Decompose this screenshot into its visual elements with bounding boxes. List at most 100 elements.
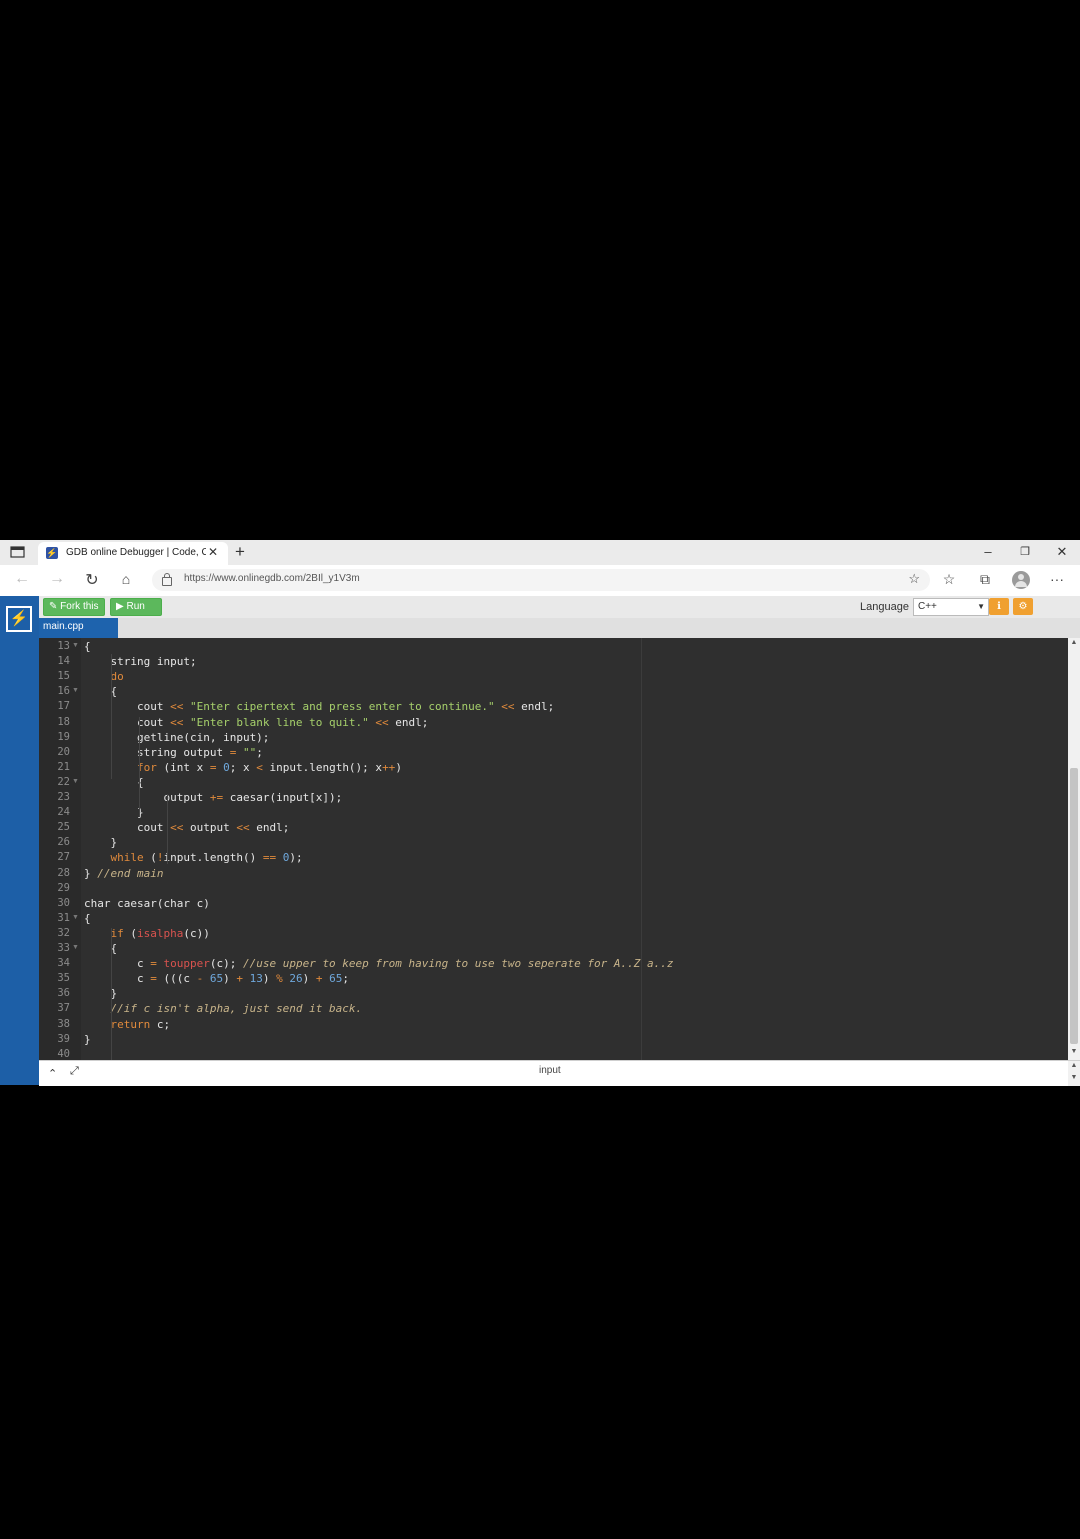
tab-actions-icon[interactable]	[10, 546, 26, 559]
line-number: 34	[57, 957, 70, 970]
fold-arrow-icon[interactable]: ▼	[72, 944, 79, 951]
chevron-down-icon: ▼	[977, 602, 985, 611]
scroll-down-icon[interactable]: ▼	[1068, 1074, 1080, 1081]
code-line[interactable]: cout << "Enter blank line to quit." << e…	[84, 716, 428, 729]
code-line[interactable]: do	[84, 670, 124, 683]
file-tab-bar: main.cpp	[39, 618, 1080, 638]
gdb-favicon-icon: ⚡	[46, 547, 58, 559]
code-line[interactable]: {	[84, 942, 117, 955]
line-number: 30	[57, 896, 70, 909]
minimize-icon[interactable]: –	[978, 544, 998, 559]
line-number: 17	[57, 700, 70, 713]
close-icon[interactable]: ✕	[208, 545, 218, 559]
gdb-logo-icon[interactable]: ⚡	[6, 606, 32, 632]
code-line[interactable]: }	[84, 836, 117, 849]
code-line[interactable]: output += caesar(input[x]);	[84, 791, 342, 804]
line-number: 24	[57, 806, 70, 819]
code-line[interactable]: }	[84, 1033, 91, 1046]
code-line[interactable]: string input;	[84, 655, 196, 668]
scroll-thumb[interactable]	[1070, 768, 1078, 1044]
line-number: 37	[57, 1002, 70, 1015]
code-line[interactable]: cout << "Enter cipertext and press enter…	[84, 700, 554, 713]
refresh-icon[interactable]: ↻	[82, 570, 102, 590]
file-tab-main[interactable]: main.cpp	[39, 618, 118, 638]
indent-guide	[111, 928, 112, 1060]
code-line[interactable]: {	[84, 776, 144, 789]
forward-icon[interactable]: →	[47, 570, 67, 588]
code-line[interactable]: char caesar(char c)	[84, 897, 210, 910]
code-line[interactable]: {	[84, 685, 117, 698]
code-line[interactable]: c = (((c - 65) + 13) % 26) + 65;	[84, 972, 349, 985]
language-select[interactable]: C++ ▼	[913, 598, 989, 616]
fork-button-label: Fork this	[60, 601, 99, 612]
chevron-up-icon[interactable]: ⌃	[48, 1067, 57, 1080]
edit-icon: ✎	[49, 601, 58, 612]
favorites-icon[interactable]: ☆	[940, 571, 958, 588]
fold-arrow-icon[interactable]: ▼	[72, 914, 79, 921]
line-number: 32	[57, 926, 70, 939]
editor-scrollbar[interactable]: ▲ ▼	[1068, 638, 1080, 1060]
line-number: 35	[57, 972, 70, 985]
line-number: 18	[57, 715, 70, 728]
url-text[interactable]: https://www.onlinegdb.com/2BIl_y1V3m	[184, 573, 360, 584]
line-number: 29	[57, 881, 70, 894]
line-number: 40	[57, 1047, 70, 1060]
language-value: C++	[918, 601, 937, 612]
line-number: 13	[57, 640, 70, 652]
code-line[interactable]: if (isalpha(c))	[84, 927, 210, 940]
code-line[interactable]: }	[84, 806, 144, 819]
back-icon[interactable]: ←	[12, 570, 32, 588]
io-panel-bar: ⌃ ⤢ input ▲ ▼	[39, 1060, 1080, 1086]
fold-arrow-icon[interactable]: ▼	[72, 642, 79, 649]
panel-scrollbar[interactable]: ▲ ▼	[1068, 1061, 1080, 1086]
code-line[interactable]: {	[84, 912, 91, 925]
code-line[interactable]: for (int x = 0; x < input.length(); x++)	[84, 761, 402, 774]
restore-icon[interactable]: ❐	[1015, 545, 1035, 558]
code-editor[interactable]: { string input; do { cout << "Enter cipe…	[39, 638, 1080, 1060]
line-number: 36	[57, 987, 70, 1000]
lock-icon[interactable]	[162, 573, 172, 586]
line-number: 19	[57, 730, 70, 743]
expand-icon[interactable]: ⤢	[70, 1065, 79, 1078]
input-tab-label[interactable]: input	[539, 1065, 561, 1076]
code-line[interactable]: cout << output << endl;	[84, 821, 289, 834]
code-line[interactable]: c = toupper(c); //use upper to keep from…	[84, 957, 673, 970]
code-line[interactable]: }	[84, 987, 117, 1000]
tab-title: GDB online Debugger | Code, Co	[66, 547, 206, 558]
fold-arrow-icon[interactable]: ▼	[72, 778, 79, 785]
code-line[interactable]: } //end main	[84, 867, 163, 880]
scroll-up-icon[interactable]: ▲	[1068, 639, 1080, 646]
code-line[interactable]: {	[84, 640, 91, 653]
indent-guide	[139, 717, 140, 817]
more-icon[interactable]: ···	[1048, 571, 1066, 587]
line-number: 31	[57, 911, 70, 924]
run-button[interactable]: ▶ Run	[110, 598, 162, 616]
indent-guide	[167, 794, 168, 864]
home-icon[interactable]: ⌂	[116, 571, 136, 587]
fold-arrow-icon[interactable]: ▼	[72, 687, 79, 694]
gear-icon[interactable]: ⚙	[1013, 598, 1033, 615]
code-line[interactable]: return c;	[84, 1018, 171, 1031]
plus-icon[interactable]: +	[235, 542, 245, 562]
scroll-down-icon[interactable]: ▼	[1068, 1048, 1080, 1055]
fork-button[interactable]: ✎ Fork this	[43, 598, 105, 616]
scroll-up-icon[interactable]: ▲	[1068, 1062, 1080, 1069]
profile-icon[interactable]	[1012, 571, 1030, 589]
code-line[interactable]: //if c isn't alpha, just send it back.	[84, 1002, 363, 1015]
run-button-label: Run	[126, 601, 145, 612]
code-line[interactable]: while (!input.length() == 0);	[84, 851, 303, 864]
address-bar[interactable]: https://www.onlinegdb.com/2BIl_y1V3m ☆	[152, 569, 930, 591]
collections-icon[interactable]: ⧉	[976, 571, 994, 588]
window-close-icon[interactable]: ✕	[1052, 544, 1072, 560]
line-number: 14	[57, 655, 70, 668]
info-icon[interactable]: ℹ	[989, 598, 1009, 615]
line-number: 28	[57, 866, 70, 879]
browser-tab[interactable]: ⚡ GDB online Debugger | Code, Co ✕	[38, 542, 228, 565]
line-number: 39	[57, 1032, 70, 1045]
add-favorite-icon[interactable]: ☆	[908, 571, 920, 587]
browser-window: ⚡ GDB online Debugger | Code, Co ✕ + – ❐…	[0, 540, 1080, 1086]
line-number: 21	[57, 760, 70, 773]
line-number: 38	[57, 1017, 70, 1030]
line-number: 20	[57, 745, 70, 758]
line-number: 25	[57, 821, 70, 834]
